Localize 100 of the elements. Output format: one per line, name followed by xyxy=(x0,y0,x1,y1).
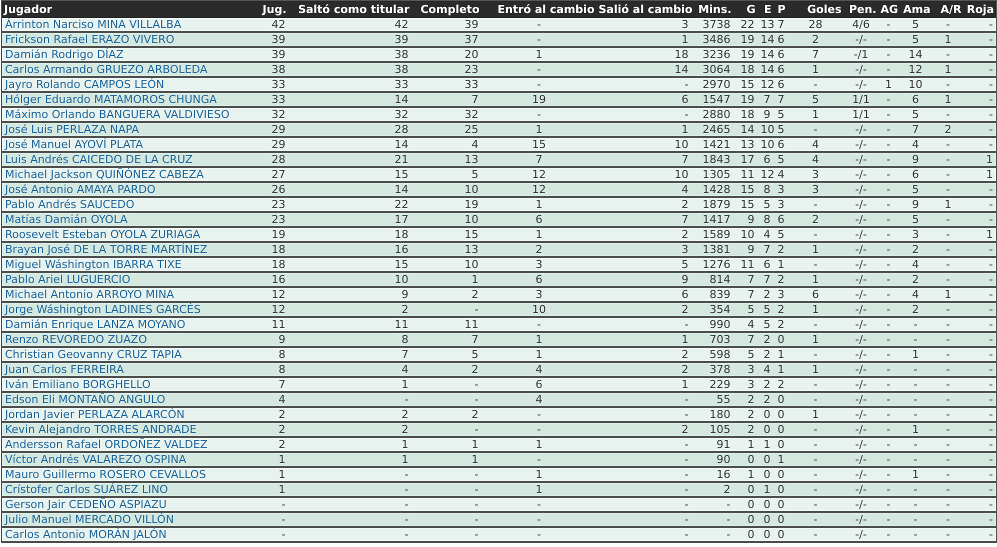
table-cell: - xyxy=(692,527,734,542)
table-cell: - xyxy=(596,512,692,527)
player-name[interactable]: Crístofer Carlos SUÁREZ LINO xyxy=(2,482,252,497)
table-cell: - xyxy=(964,437,996,452)
player-name[interactable]: Matías Damián OYOLA xyxy=(2,212,252,227)
table-cell: 1 xyxy=(964,152,996,167)
table-cell: 37 xyxy=(412,32,482,47)
player-name[interactable]: Iván Emiliano BORGHELLO xyxy=(2,377,252,392)
player-name[interactable]: Jorge Wáshington LADINES GARCÉS xyxy=(2,302,252,317)
table-cell: 2 xyxy=(898,302,932,317)
player-name[interactable]: Jordan Javier PERLAZA ALARCÓN xyxy=(2,407,252,422)
table-cell: - xyxy=(932,437,964,452)
player-name[interactable]: Andersson Rafael ORDOÑEZ VALDEZ xyxy=(2,437,252,452)
player-name[interactable]: Luis Andrés CAICEDO DE LA CRUZ xyxy=(2,152,252,167)
table-cell: - xyxy=(932,377,964,392)
player-name[interactable]: Mauro Guillermo ROSERO CEVALLOS xyxy=(2,467,252,482)
player-name[interactable]: José Luis PERLAZA NAPA xyxy=(2,122,252,137)
table-cell: 703 xyxy=(692,332,734,347)
table-cell: 9 xyxy=(252,332,288,347)
player-name[interactable]: Renzo REVOREDO ZUAZO xyxy=(2,332,252,347)
player-name[interactable]: Michael Jackson QUIÑÓNEZ CABEZA xyxy=(2,167,252,182)
player-name[interactable]: José Antonio AMAYA PARDO xyxy=(2,182,252,197)
table-cell: 1547 xyxy=(692,92,734,107)
table-cell: 9 xyxy=(898,152,932,167)
table-cell: - xyxy=(898,482,932,497)
player-name[interactable]: Michael Antonio ARROYO MINA xyxy=(2,287,252,302)
table-cell: 1 xyxy=(412,452,482,467)
table-cell: - xyxy=(788,377,844,392)
table-cell: 2 xyxy=(412,287,482,302)
table-cell: - xyxy=(964,497,996,512)
table-cell: 1 xyxy=(788,62,844,77)
table-cell: 2 xyxy=(596,422,692,437)
table-cell: - xyxy=(288,527,412,542)
table-cell: -/- xyxy=(844,407,878,422)
table-cell: 18 xyxy=(252,257,288,272)
table-cell: 9 xyxy=(288,287,412,302)
table-cell: 3064 xyxy=(692,62,734,77)
player-name[interactable]: Julio Manuel MERCADO VILLÓN xyxy=(2,512,252,527)
table-cell: 1843 xyxy=(692,152,734,167)
table-cell: -/- xyxy=(844,377,878,392)
table-cell: - xyxy=(964,377,996,392)
table-cell: 2 xyxy=(692,482,734,497)
player-name[interactable]: Roosevelt Esteban OYOLA ZURIAGA xyxy=(2,227,252,242)
player-name[interactable]: Pablo Andrés SAUCEDO xyxy=(2,197,252,212)
table-cell: - xyxy=(898,452,932,467)
player-name[interactable]: Jayro Rolando CAMPOS LEÓN xyxy=(2,77,252,92)
table-cell: - xyxy=(788,527,844,542)
player-name[interactable]: Víctor Andrés VALAREZO OSPINA xyxy=(2,452,252,467)
table-cell: 1 xyxy=(788,107,844,122)
player-name[interactable]: Edson Eli MONTAÑO ANGULO xyxy=(2,392,252,407)
table-cell: 4 xyxy=(412,137,482,152)
player-name[interactable]: Frickson Rafael ERAZO VIVERO xyxy=(2,32,252,47)
player-name[interactable]: Pablo Ariel LUGUERCIO xyxy=(2,272,252,287)
table-cell: 229 xyxy=(692,377,734,392)
table-cell: 5 xyxy=(412,167,482,182)
player-name[interactable]: Juan Carlos FERREIRA xyxy=(2,362,252,377)
table-cell: 15 xyxy=(482,137,596,152)
table-cell: -/- xyxy=(844,467,878,482)
table-cell: 38 xyxy=(252,62,288,77)
player-name[interactable]: Damián Enrique LANZA MOYANO xyxy=(2,317,252,332)
table-cell: 1 xyxy=(482,332,596,347)
player-name[interactable]: Damián Rodrigo DÍAZ xyxy=(2,47,252,62)
player-name[interactable]: Miguel Wáshington IBARRA TIXE xyxy=(2,257,252,272)
table-cell: - xyxy=(788,422,844,437)
player-name[interactable]: Carlos Armando GRUEZO ARBOLEDA xyxy=(2,62,252,77)
table-cell: - xyxy=(964,332,996,347)
player-name[interactable]: Hólger Eduardo MATAMOROS CHUNGA xyxy=(2,92,252,107)
table-cell: 1 xyxy=(596,332,692,347)
table-cell: 38 xyxy=(288,62,412,77)
table-cell: 14 xyxy=(898,47,932,62)
column-header: Completo xyxy=(412,0,482,18)
table-cell: 42 xyxy=(288,18,412,32)
table-cell: -/- xyxy=(844,77,878,92)
table-cell: - xyxy=(964,197,996,212)
player-name[interactable]: Máximo Orlando BANGUERA VALDIVIESO xyxy=(2,107,252,122)
table-cell: - xyxy=(964,122,996,137)
table-cell: - xyxy=(788,227,844,242)
player-name[interactable]: Christian Geovanny CRUZ TAPIA xyxy=(2,347,252,362)
table-cell: 6 xyxy=(898,167,932,182)
table-cell: -/- xyxy=(844,287,878,302)
table-cell: 1879 xyxy=(692,197,734,212)
table-cell: 33 xyxy=(252,92,288,107)
table-cell: - xyxy=(964,92,996,107)
table-cell: 1 xyxy=(964,227,996,242)
table-cell: - xyxy=(412,467,482,482)
player-name[interactable]: Carlos Antonio MORÁN JALÓN xyxy=(2,527,252,542)
table-cell: - xyxy=(482,422,596,437)
player-name[interactable]: Brayan José DE LA TORRE MARTÍNEZ xyxy=(2,242,252,257)
table-cell: 378 xyxy=(692,362,734,377)
player-name[interactable]: Árrinton Narciso MINA VILLALBA xyxy=(2,18,252,32)
player-name[interactable]: Kevin Alejandro TORRES ANDRADE xyxy=(2,422,252,437)
table-cell: -/- xyxy=(844,227,878,242)
table-cell: - xyxy=(692,497,734,512)
table-cell: - xyxy=(596,77,692,92)
table-cell: -/- xyxy=(844,242,878,257)
table-cell: - xyxy=(932,452,964,467)
table-cell: - xyxy=(412,527,482,542)
player-name[interactable]: José Manuel AYOVÍ PLATA xyxy=(2,137,252,152)
column-header: A/R xyxy=(932,0,964,18)
player-name[interactable]: Gerson Jair CEDEÑO ASPIAZU xyxy=(2,497,252,512)
